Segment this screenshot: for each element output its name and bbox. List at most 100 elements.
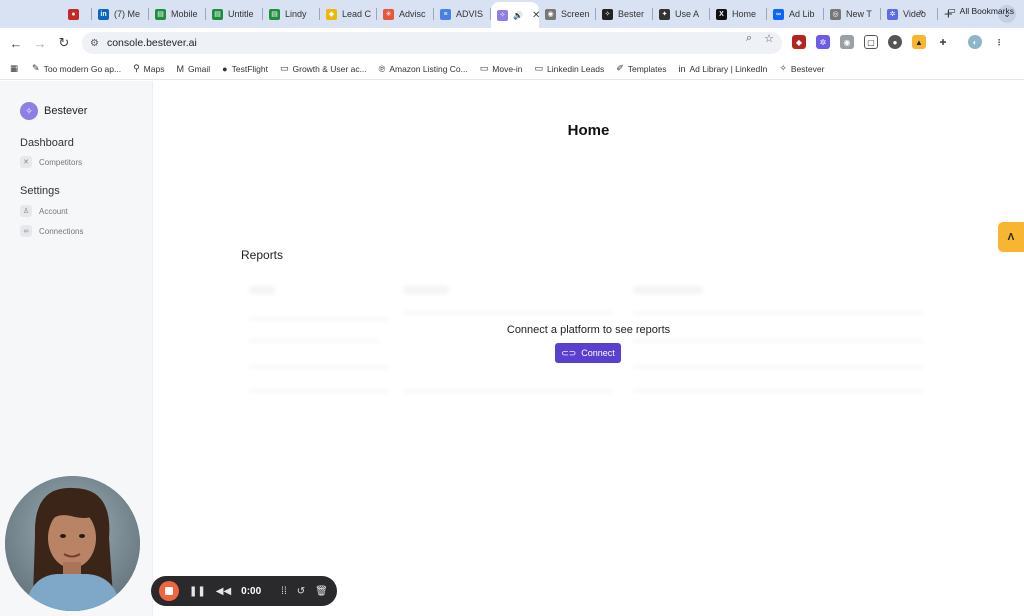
browser-tab[interactable]: in (7) Me [92, 2, 149, 26]
main-content: Home Reports Connect a platform to see r… [153, 81, 1024, 616]
bookmark-item[interactable]: ● TestFlight [222, 64, 268, 74]
recording-timer: 0:00 [241, 585, 262, 597]
browser-tab[interactable]: ✧ Bester [596, 2, 653, 26]
shield-extension-icon[interactable]: ◆ [792, 35, 806, 49]
rewind-icon[interactable]: ◀◀ [216, 586, 231, 597]
chrome-icon: ◎ [830, 8, 841, 20]
sidebar-item-label: Connections [39, 226, 84, 236]
apps-grid-icon[interactable]: ▦ [10, 63, 18, 74]
sidebar-item-competitors[interactable]: ✕ Competitors [20, 156, 82, 168]
bookmark-item[interactable]: in Ad Library | LinkedIn [679, 64, 768, 74]
gear-icon: ✲ [887, 8, 898, 20]
browser-tab[interactable]: ▤ Mobile [149, 2, 206, 26]
connect-button[interactable]: ⊂⊃ Connect [555, 343, 621, 363]
sheets-icon: ▤ [269, 8, 280, 20]
browser-tab-label: Mobile [171, 9, 198, 19]
bookmark-item[interactable]: ▭ Move-in [480, 63, 523, 74]
apple-icon: ● [222, 63, 228, 74]
webcam-bubble[interactable] [5, 476, 140, 611]
browser-tab[interactable]: ✧ 🔊 ✕ [491, 2, 539, 28]
browser-tab[interactable]: ◎ New T [824, 2, 881, 26]
extension-logo-icon: Ʌ [1007, 231, 1015, 243]
browser-tab[interactable]: ≡ ADVIS [434, 2, 491, 26]
browser-tab[interactable]: ● [62, 2, 92, 26]
browser-tab-label: New T [846, 9, 872, 19]
browser-tab-label: Advisc [399, 9, 426, 19]
grid-dots-icon[interactable]: ⁞⁞ [281, 586, 287, 597]
browser-tab[interactable]: ▤ Untitle [206, 2, 263, 26]
browser-tab-label: Lindy [285, 9, 307, 19]
all-bookmarks-link[interactable]: All Bookmarks [960, 6, 1014, 16]
floating-extension-tab[interactable]: Ʌ [998, 222, 1024, 252]
pause-icon[interactable]: ❚❚ [189, 586, 206, 597]
stop-recording-button[interactable] [159, 581, 179, 601]
bookmark-item[interactable]: ▭ Linkedin Leads [535, 63, 605, 74]
bookmark-label: Linkedin Leads [547, 63, 605, 74]
browser-tab-label: ADVIS [456, 9, 484, 19]
bookmark-item[interactable]: M Gmail [176, 64, 210, 74]
restart-icon[interactable]: ↺ [297, 586, 305, 597]
bookmark-label: Templates [627, 63, 667, 74]
bookmark-item[interactable]: ℗ Amazon Listing Co... [379, 64, 468, 74]
bookmark-label: Gmail [187, 63, 211, 74]
browser-tab-label: Untitle [228, 9, 254, 19]
bookmark-label: TestFlight [231, 63, 268, 74]
folder-icon: ▭ [279, 63, 289, 73]
gear-extension-icon[interactable]: ✲ [816, 35, 830, 49]
browser-tab-label: Home [732, 9, 757, 19]
close-tab-icon[interactable]: ✕ [532, 10, 539, 21]
sidebar-item-label: Account [39, 206, 68, 216]
browser-tab[interactable]: X Home [710, 2, 767, 26]
menu-kebab-icon[interactable]: ⋮ [992, 35, 1006, 49]
browser-tab[interactable]: ◉ Screen [539, 2, 596, 26]
sparkle-icon: ✦ [659, 8, 670, 20]
zoom-icon[interactable]: ⌕ [746, 32, 752, 45]
capture-extension-icon[interactable]: ▢ [864, 35, 878, 49]
browser-tab-strip: ● in (7) Me ▤ Mobile ▤ Untitle ▤ Lindy ◆ Lead C ✳ Ad… [0, 0, 1024, 28]
browser-tab-label: Lead C [342, 9, 372, 19]
bestever-icon: ✧ [779, 63, 787, 73]
site-info-icon[interactable]: ⚙ [90, 38, 99, 49]
browser-tab[interactable]: ▤ Lindy [263, 2, 320, 26]
browser-tab[interactable]: ∞ Ad Lib [767, 2, 824, 26]
browser-tab-label: Ad Lib [789, 9, 815, 19]
address-bar[interactable]: ⚙ console.bestever.ai [82, 32, 782, 54]
linkedin-icon: in [678, 63, 686, 74]
back-button[interactable]: ← [4, 36, 28, 51]
docs-icon: ≡ [440, 8, 451, 20]
bookmarks-overflow-button[interactable]: » [919, 6, 924, 16]
bookmark-star-icon[interactable]: ☆ [764, 32, 774, 45]
browser-tab[interactable]: ✦ Use A [653, 2, 710, 26]
gmail-icon: M [176, 63, 184, 74]
yellow-extension-icon[interactable]: ▲ [912, 35, 926, 49]
bookmark-item[interactable]: ▭ Growth & User ac... [280, 63, 367, 74]
browser-tab[interactable]: ◆ Lead C [320, 2, 377, 26]
trash-icon[interactable]: 🗑 [315, 586, 328, 597]
reload-button[interactable]: ↻ [52, 35, 76, 51]
folder-icon: ▭ [534, 63, 544, 73]
camera-extension-icon[interactable]: ◉ [840, 35, 854, 49]
sheets-icon: ▤ [155, 8, 166, 20]
browser-tab-label: Bester [618, 9, 645, 19]
browser-tab-label: (7) Me [114, 9, 141, 19]
bookmark-item[interactable]: ✎ Too modern Go ap... [32, 63, 121, 74]
bookmark-item[interactable]: ✧ Bestever [779, 63, 824, 74]
brand-name: Bestever [44, 105, 88, 117]
red-extension-icon[interactable]: ● [888, 35, 902, 49]
sidebar-item-account[interactable]: ♙ Account [20, 205, 68, 217]
speaker-icon[interactable]: 🔊 [513, 11, 523, 20]
bookmark-item[interactable]: ✐ Templates [616, 63, 666, 74]
browser-tab[interactable]: ✳ Advisc [377, 2, 434, 26]
user-icon: ♙ [20, 205, 32, 217]
sidebar-item-connections[interactable]: ∞ Connections [20, 225, 83, 237]
profile-avatar[interactable]: ◐ [968, 35, 982, 49]
empty-state-message: Connect a platform to see reports [506, 324, 671, 336]
nav-heading-settings: Settings [20, 185, 60, 197]
link-icon: ∞ [20, 225, 32, 237]
nav-heading-dashboard: Dashboard [20, 137, 74, 149]
brand[interactable]: ✧ Bestever [20, 102, 87, 120]
bookmark-item[interactable]: ⚲ Maps [133, 63, 164, 74]
forward-button[interactable]: → [28, 36, 52, 51]
puzzle-extension-icon[interactable]: ✚ [936, 35, 950, 49]
folder-icon: ▭ [947, 5, 956, 15]
